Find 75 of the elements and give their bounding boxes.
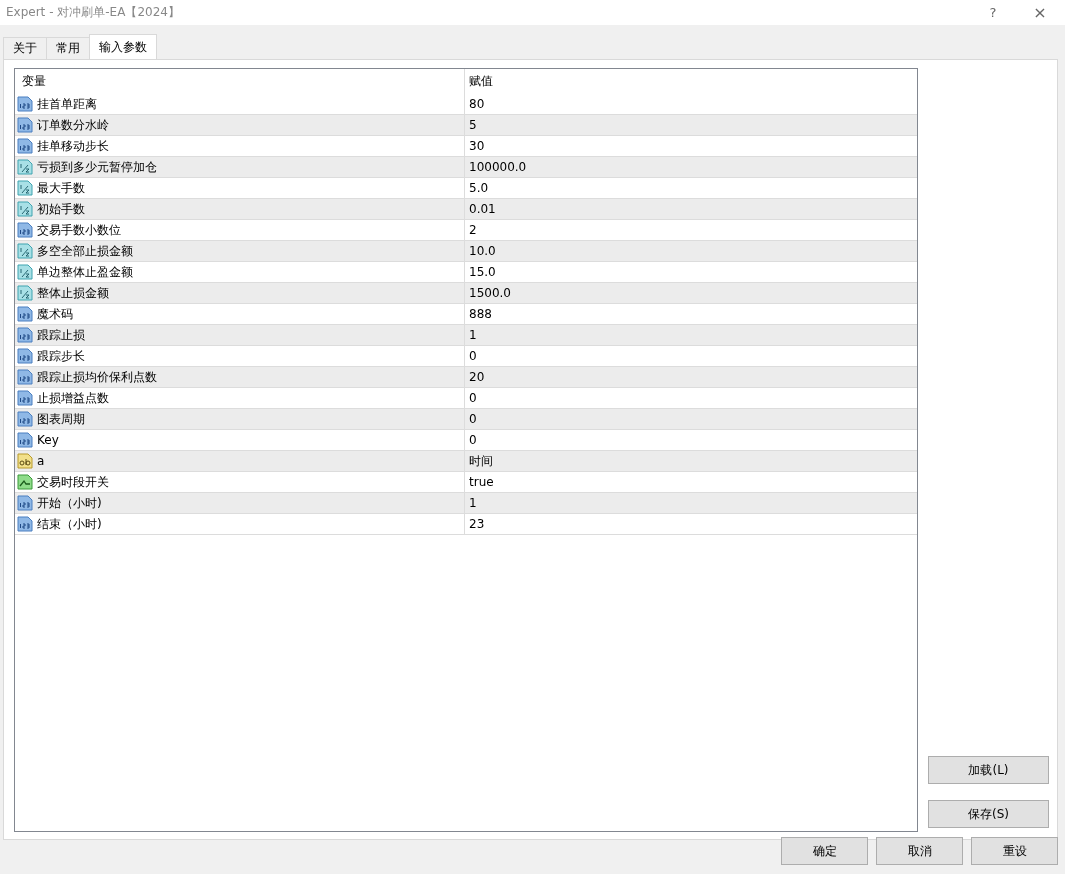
parameter-name: a [37, 454, 45, 468]
dialog-button[interactable]: 确定 [781, 837, 868, 865]
tab[interactable]: 关于 [3, 37, 47, 59]
parameter-value[interactable]: 2 [469, 223, 477, 237]
parameter-value[interactable]: 5.0 [469, 181, 489, 195]
help-button[interactable]: ? [971, 0, 1015, 25]
parameter-value[interactable]: 15.0 [469, 265, 496, 279]
parameter-value[interactable]: 1 [469, 328, 477, 342]
parameter-value[interactable]: 0 [469, 433, 477, 447]
integer-type-icon [17, 306, 33, 322]
parameter-name: 最大手数 [37, 179, 85, 197]
parameter-name: 跟踪止损均价保利点数 [37, 368, 157, 386]
integer-type-icon [17, 348, 33, 364]
parameter-name: 多空全部止损金额 [37, 242, 133, 260]
parameter-value[interactable]: 888 [469, 307, 492, 321]
toggle-type-icon [17, 474, 33, 490]
column-header: 变量 [22, 73, 46, 90]
parameter-value[interactable]: 0 [469, 412, 477, 426]
parameter-value[interactable]: 1 [469, 496, 477, 510]
integer-type-icon [17, 138, 33, 154]
integer-type-icon [17, 369, 33, 385]
fraction-type-icon [17, 264, 33, 280]
parameter-value[interactable]: true [469, 475, 494, 489]
parameter-name: 止损增益点数 [37, 389, 109, 407]
parameter-name: 订单数分水岭 [37, 116, 109, 134]
parameter-name: 交易手数小数位 [37, 221, 121, 239]
integer-type-icon [17, 96, 33, 112]
parameter-name: 开始（小时) [37, 494, 102, 512]
parameter-value[interactable]: 5 [469, 118, 477, 132]
parameter-name: 整体止损金额 [37, 284, 109, 302]
fraction-type-icon [17, 285, 33, 301]
fraction-type-icon [17, 201, 33, 217]
integer-type-icon [17, 327, 33, 343]
parameter-name: 初始手数 [37, 200, 85, 218]
parameter-name: Key [37, 433, 59, 447]
side-button[interactable]: 加载(L) [928, 756, 1049, 784]
integer-type-icon [17, 411, 33, 427]
parameter-name: 交易时段开关 [37, 473, 109, 491]
tab[interactable]: 输入参数 [89, 34, 157, 59]
integer-type-icon [17, 117, 33, 133]
parameter-name: 挂首单距离 [37, 95, 97, 113]
window-title: Expert - 对冲刷单-EA【2024】 [6, 4, 180, 21]
fraction-type-icon [17, 180, 33, 196]
integer-type-icon [17, 432, 33, 448]
parameter-value[interactable]: 80 [469, 97, 485, 111]
parameter-name: 结束（小时) [37, 515, 102, 533]
parameter-name: 跟踪步长 [37, 347, 85, 365]
parameter-name: 魔术码 [37, 305, 73, 323]
dialog-button[interactable]: 取消 [876, 837, 963, 865]
text-type-icon [17, 453, 33, 469]
parameter-value[interactable]: 时间 [469, 453, 493, 468]
fraction-type-icon [17, 243, 33, 259]
parameter-value[interactable]: 0.01 [469, 202, 496, 216]
parameter-value[interactable]: 0 [469, 349, 477, 363]
parameter-value[interactable]: 0 [469, 391, 477, 405]
close-button[interactable]: × [1015, 0, 1065, 25]
parameter-value[interactable]: 1500.0 [469, 286, 511, 300]
integer-type-icon [17, 390, 33, 406]
parameter-value[interactable]: 10.0 [469, 244, 496, 258]
parameter-name: 跟踪止损 [37, 326, 85, 344]
parameter-value[interactable]: 20 [469, 370, 485, 384]
parameter-name: 单边整体止盈金额 [37, 263, 133, 281]
integer-type-icon [17, 222, 33, 238]
parameter-value[interactable]: 23 [469, 517, 485, 531]
parameter-value[interactable]: 100000.0 [469, 160, 527, 174]
integer-type-icon [17, 495, 33, 511]
column-header: 赋值 [469, 74, 493, 88]
parameter-name: 亏损到多少元暂停加仓 [37, 158, 157, 176]
side-button[interactable]: 保存(S) [928, 800, 1049, 828]
parameter-name: 图表周期 [37, 410, 85, 428]
parameter-name: 挂单移动步长 [37, 137, 109, 155]
fraction-type-icon [17, 159, 33, 175]
dialog-button[interactable]: 重设 [971, 837, 1058, 865]
integer-type-icon [17, 516, 33, 532]
parameter-value[interactable]: 30 [469, 139, 485, 153]
